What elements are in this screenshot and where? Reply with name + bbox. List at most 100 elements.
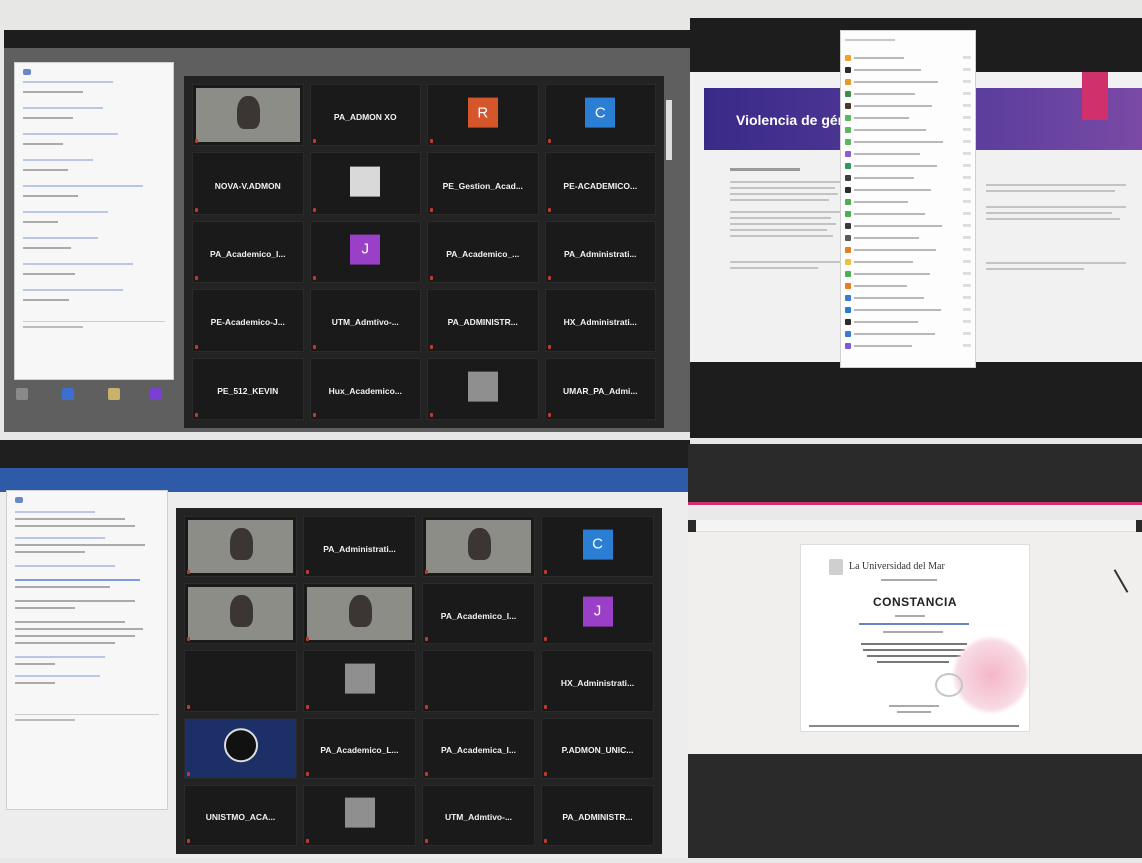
participant-tile[interactable]: PA_ADMON XO bbox=[309, 84, 421, 147]
participant-list-item[interactable] bbox=[845, 319, 971, 325]
participant-tile[interactable]: PA_Academico_I... bbox=[192, 220, 304, 284]
muted-mic-icon bbox=[195, 276, 198, 281]
participants-header bbox=[845, 37, 971, 43]
participant-tile[interactable]: PA_ADMINISTR... bbox=[427, 289, 539, 352]
participant-name: HX_Administrati... bbox=[560, 678, 635, 689]
participant-list-item[interactable] bbox=[845, 115, 971, 121]
cert-line bbox=[877, 661, 949, 663]
participant-tile[interactable] bbox=[184, 583, 297, 645]
participant-list-icon bbox=[845, 331, 851, 337]
participant-tile[interactable]: PE-ACADEMICO... bbox=[544, 152, 656, 215]
participant-video bbox=[188, 587, 293, 641]
participant-list-item[interactable] bbox=[845, 199, 971, 205]
participant-name: Hux_Academico... bbox=[328, 385, 402, 396]
participant-tile[interactable]: J bbox=[541, 583, 654, 645]
participant-tile[interactable]: HX_Administrati... bbox=[544, 289, 656, 352]
chat-line bbox=[15, 635, 135, 637]
participant-list-icon bbox=[845, 139, 851, 145]
participant-tile[interactable]: PA_Academico_... bbox=[427, 220, 539, 284]
desktop-app-icon[interactable] bbox=[150, 388, 162, 400]
participant-list-item[interactable] bbox=[845, 139, 971, 145]
participant-list-item[interactable] bbox=[845, 283, 971, 289]
muted-mic-icon bbox=[425, 570, 428, 575]
participant-tile[interactable] bbox=[422, 650, 535, 712]
participant-list-item[interactable] bbox=[845, 259, 971, 265]
chat-line bbox=[15, 525, 135, 527]
participant-list-item[interactable] bbox=[845, 79, 971, 85]
participant-list-status bbox=[963, 236, 971, 239]
participant-tile[interactable]: PE_Gestion_Acad... bbox=[427, 152, 539, 215]
participant-tile[interactable]: R bbox=[427, 84, 539, 147]
participant-list-item[interactable] bbox=[845, 67, 971, 73]
participant-tile[interactable]: Hux_Academico... bbox=[309, 357, 421, 420]
participant-list-item[interactable] bbox=[845, 187, 971, 193]
participant-list-item[interactable] bbox=[845, 271, 971, 277]
participant-list-item[interactable] bbox=[845, 91, 971, 97]
participant-tile[interactable]: PA_Academico_L... bbox=[303, 717, 416, 779]
chat-line bbox=[15, 621, 125, 623]
participant-tile[interactable]: J bbox=[309, 220, 421, 284]
participant-tile[interactable]: C bbox=[541, 516, 654, 578]
participant-list-item[interactable] bbox=[845, 331, 971, 337]
participant-tile[interactable] bbox=[192, 84, 304, 147]
participant-tile[interactable]: PA_Academica_I... bbox=[422, 717, 535, 779]
cert-line bbox=[863, 649, 965, 651]
participant-tile[interactable]: PA_Academico_I... bbox=[422, 583, 535, 645]
participant-list-item[interactable] bbox=[845, 235, 971, 241]
participant-list-item[interactable] bbox=[845, 343, 971, 349]
participant-list-item[interactable] bbox=[845, 55, 971, 61]
participant-video bbox=[196, 88, 300, 143]
participant-tile[interactable] bbox=[303, 650, 416, 712]
participant-list-item[interactable] bbox=[845, 223, 971, 229]
participant-tile[interactable]: PE-Academico-J... bbox=[192, 289, 304, 352]
participant-list-item[interactable] bbox=[845, 127, 971, 133]
desktop-app-icon[interactable] bbox=[16, 388, 28, 400]
participant-tile[interactable]: PA_Administrati... bbox=[544, 220, 656, 284]
participant-tile[interactable]: UNISTMO_ACA... bbox=[184, 784, 297, 846]
desktop-app-icon[interactable] bbox=[108, 388, 120, 400]
participant-tile[interactable] bbox=[309, 152, 421, 215]
address-bar[interactable] bbox=[696, 520, 1136, 532]
participant-tile[interactable]: PE_512_KEVIN bbox=[192, 357, 304, 420]
participant-tile[interactable] bbox=[427, 357, 539, 420]
scrollbar[interactable] bbox=[666, 100, 672, 160]
chat-input[interactable] bbox=[15, 714, 159, 715]
participant-list-item[interactable] bbox=[845, 295, 971, 301]
participant-tile[interactable]: UTM_Admtivo-... bbox=[309, 289, 421, 352]
desktop-app-icon[interactable] bbox=[62, 388, 74, 400]
participant-tile[interactable] bbox=[303, 583, 416, 645]
participant-list-item[interactable] bbox=[845, 211, 971, 217]
participant-tile[interactable]: PA_Administrati... bbox=[303, 516, 416, 578]
participant-list-icon bbox=[845, 271, 851, 277]
participant-tile[interactable]: C bbox=[544, 84, 656, 147]
participant-tile[interactable]: HX_Administrati... bbox=[541, 650, 654, 712]
participant-list-item[interactable] bbox=[845, 307, 971, 313]
participant-tile[interactable] bbox=[422, 516, 535, 578]
participant-list-icon bbox=[845, 283, 851, 289]
chat-input[interactable] bbox=[23, 321, 165, 322]
participant-tile[interactable]: UMAR_PA_Admi... bbox=[544, 357, 656, 420]
participant-tile[interactable]: NOVA-V.ADMON bbox=[192, 152, 304, 215]
participant-tile[interactable] bbox=[184, 717, 297, 779]
participant-tile[interactable]: UTM_Admtivo-... bbox=[422, 784, 535, 846]
participant-list-item[interactable] bbox=[845, 247, 971, 253]
chat-panel[interactable] bbox=[14, 62, 174, 380]
participant-name: PE_Gestion_Acad... bbox=[442, 180, 523, 191]
participant-list-item[interactable] bbox=[845, 103, 971, 109]
participant-tile[interactable] bbox=[184, 650, 297, 712]
participant-list-status bbox=[963, 212, 971, 215]
participant-list-item[interactable] bbox=[845, 175, 971, 181]
participant-name: P.ADMON_UNIC... bbox=[561, 745, 634, 756]
participant-list-icon bbox=[845, 199, 851, 205]
participants-panel[interactable] bbox=[840, 30, 976, 368]
participant-list-name bbox=[854, 309, 941, 311]
participant-tile[interactable]: PA_ADMINISTR... bbox=[541, 784, 654, 846]
participant-list-item[interactable] bbox=[845, 151, 971, 157]
participant-list-item[interactable] bbox=[845, 163, 971, 169]
participant-tile[interactable] bbox=[184, 516, 297, 578]
participant-tile[interactable]: P.ADMON_UNIC... bbox=[541, 717, 654, 779]
muted-mic-icon bbox=[430, 207, 433, 212]
chat-panel[interactable] bbox=[6, 490, 168, 810]
participant-video bbox=[307, 587, 412, 641]
participant-tile[interactable] bbox=[303, 784, 416, 846]
